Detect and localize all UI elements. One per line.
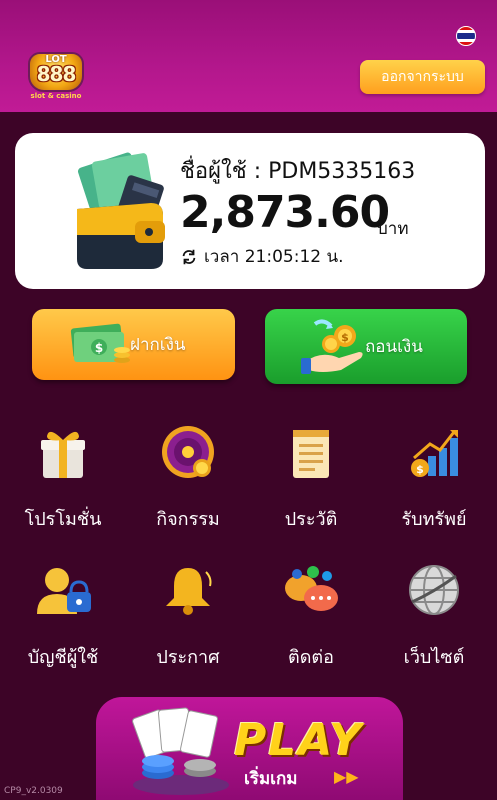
chat-icon xyxy=(285,566,338,611)
deposit-button[interactable]: $ ฝากเงิน xyxy=(32,309,235,380)
cash-icon: $ xyxy=(70,323,130,363)
balance-card: ชื่อผู้ใช้ : PDM5335163 2,873.60 บาท เวล… xyxy=(15,133,485,289)
top-header: LOT 888 slot & casino ออกจากระบบ xyxy=(0,0,497,112)
globe-icon xyxy=(409,565,459,615)
balance-amount: 2,873.60 xyxy=(180,187,390,238)
withdraw-label: ถอนเงิน xyxy=(365,337,423,357)
version-label: CP9_v2.0309 xyxy=(4,786,63,796)
cards-chips-icon xyxy=(132,707,229,795)
logo-main-text: 888 xyxy=(36,62,77,86)
user-lock-icon xyxy=(37,568,91,614)
play-button[interactable]: PLAY เริ่มเกม ▶▶ xyxy=(96,697,403,800)
menu-label: ประวัติ xyxy=(284,509,338,530)
play-arrows-icon: ▶▶ xyxy=(334,767,359,786)
menu-website[interactable]: เว็บไซต์ xyxy=(379,562,489,672)
wallet-icon xyxy=(77,152,165,269)
menu-earn[interactable]: $ รับทรัพย์ xyxy=(379,424,489,534)
coin-hand-icon: $ xyxy=(301,318,363,374)
deposit-label: ฝากเงิน xyxy=(130,335,186,355)
menu-label: ประกาศ xyxy=(156,647,220,668)
wheel-icon xyxy=(162,426,214,478)
menu-label: โปรโมชั่น xyxy=(24,509,102,530)
menu-history[interactable]: ประวัติ xyxy=(256,424,366,534)
menu-label: กิจกรรม xyxy=(156,509,220,530)
logout-button[interactable]: ออกจากระบบ xyxy=(360,60,485,94)
bell-icon xyxy=(166,568,212,615)
svg-text:$: $ xyxy=(341,331,349,344)
menu-announcement[interactable]: ประกาศ xyxy=(133,562,243,672)
menu-account[interactable]: บัญชีผู้ใช้ xyxy=(8,562,118,672)
username: ชื่อผู้ใช้ : PDM5335163 xyxy=(180,159,416,184)
menu-label: ติดต่อ xyxy=(288,647,334,668)
menu-label: เว็บไซต์ xyxy=(403,647,465,668)
svg-text:$: $ xyxy=(95,341,103,355)
menu-promotion[interactable]: โปรโมชั่น xyxy=(8,424,118,534)
play-subtitle: เริ่มเกม xyxy=(244,769,298,789)
menu-activity[interactable]: กิจกรรม xyxy=(133,424,243,534)
refresh-icon[interactable] xyxy=(180,248,198,266)
menu-contact[interactable]: ติดต่อ xyxy=(256,562,366,672)
server-time: เวลา 21:05:12 น. xyxy=(204,247,344,267)
currency-label: บาท xyxy=(377,219,409,239)
menu-label: บัญชีผู้ใช้ xyxy=(27,647,99,668)
thailand-flag-icon[interactable] xyxy=(456,26,476,46)
gift-icon xyxy=(41,431,85,478)
time-row: เวลา 21:05:12 น. xyxy=(180,243,344,270)
history-note-icon xyxy=(293,430,329,478)
withdraw-button[interactable]: $ ถอนเงิน xyxy=(265,309,467,384)
brand-logo[interactable]: LOT 888 slot & casino xyxy=(22,44,90,104)
play-title: PLAY xyxy=(234,715,364,766)
menu-label: รับทรัพย์ xyxy=(401,509,467,530)
svg-text:$: $ xyxy=(416,463,424,476)
growth-chart-icon: $ xyxy=(411,430,458,477)
logo-sub-text: slot & casino xyxy=(30,92,82,100)
